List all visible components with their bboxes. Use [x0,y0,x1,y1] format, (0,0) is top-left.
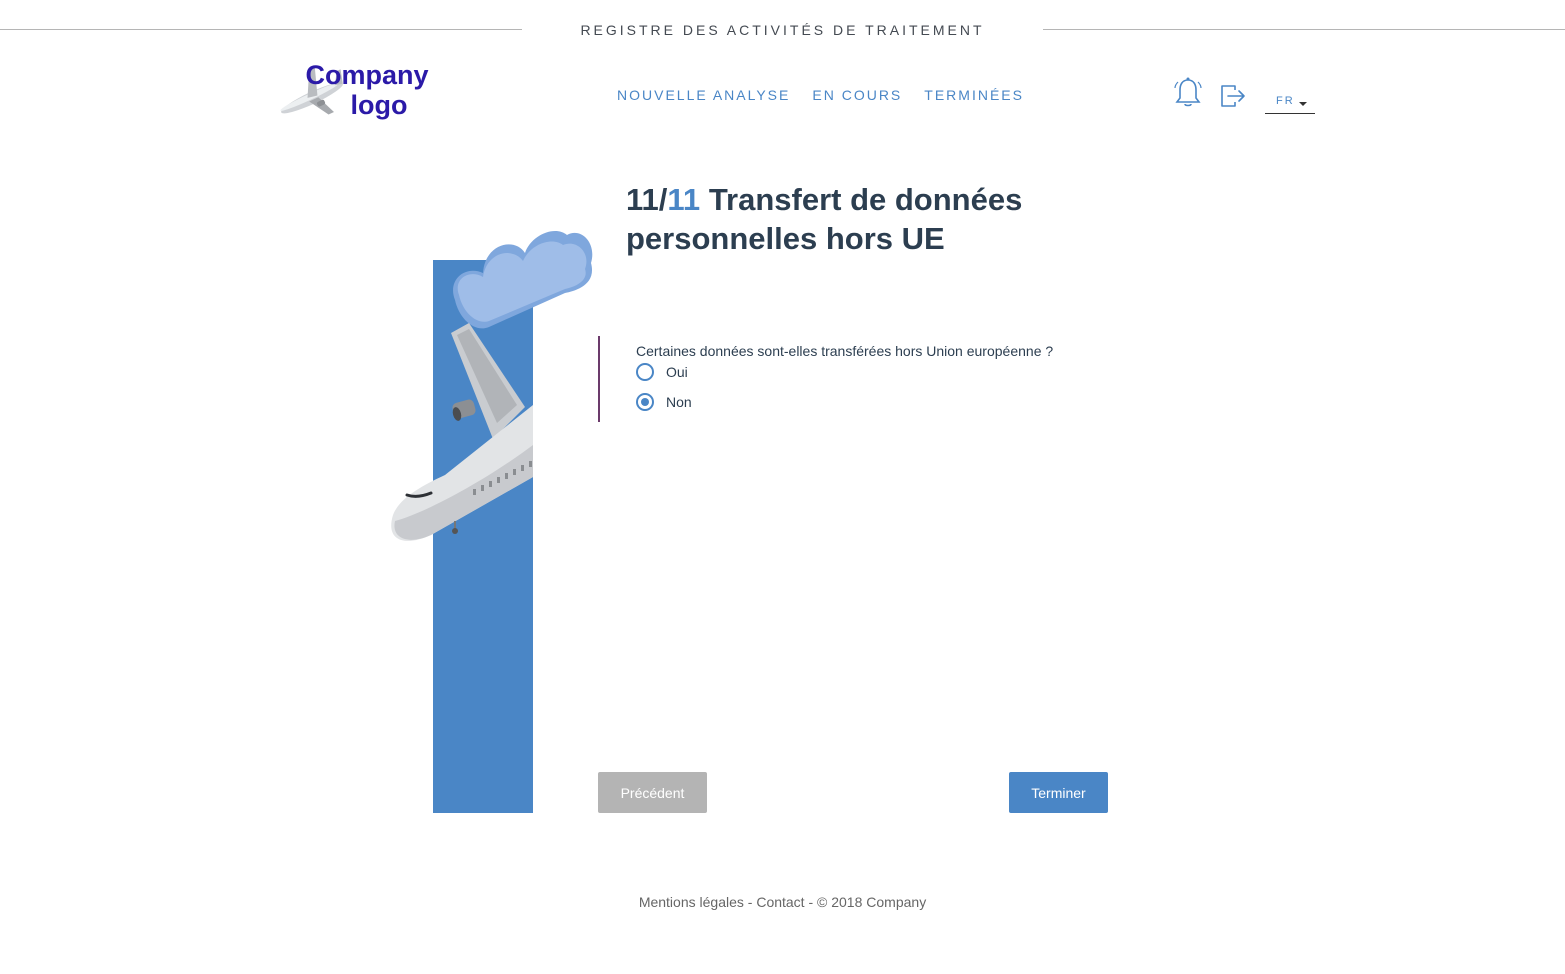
main-nav: NOUVELLE ANALYSE EN COURS TERMINÉES [617,87,1024,103]
header-rule-right [1043,29,1565,30]
chevron-down-icon [1299,102,1307,106]
page-title: 11/11 Transfert de données personnelles … [626,180,1146,258]
header-rule-left [0,29,522,30]
logo-text: Company logo [292,60,442,120]
radio-button-oui[interactable] [636,363,654,381]
radio-button-non[interactable] [636,393,654,411]
finish-button[interactable]: Terminer [1009,772,1108,813]
nav-in-progress[interactable]: EN COURS [812,87,902,103]
legal-notice-link[interactable]: Mentions légales [639,894,744,910]
language-select[interactable]: FR [1265,94,1315,114]
app-title: REGISTRE DES ACTIVITÉS DE TRAITEMENT [580,22,985,38]
company-logo[interactable]: Company logo [272,58,442,126]
nav-new-analysis[interactable]: NOUVELLE ANALYSE [617,87,790,103]
copyright: © 2018 Company [817,894,927,910]
footer-separator: - [804,894,818,910]
language-value: FR [1276,95,1295,107]
logo-line-2: logo [350,90,408,120]
airplane-cloud-illustration [385,195,600,815]
radio-option-non[interactable]: Non [636,393,692,411]
footer-separator: - [743,894,757,910]
radio-label-oui: Oui [666,364,688,380]
nav-completed[interactable]: TERMINÉES [924,87,1024,103]
question-text: Certaines données sont-elles transférées… [636,343,1054,359]
step-current: 11 [626,182,659,217]
radio-option-oui[interactable]: Oui [636,363,688,381]
question-block: Certaines données sont-elles transférées… [598,336,1120,422]
step-total: 11 [667,182,701,217]
contact-link[interactable]: Contact [756,894,804,910]
footer: Mentions légales - Contact - © 2018 Comp… [0,894,1565,910]
logo-line-1: Company [305,60,429,90]
bell-icon[interactable] [1174,76,1202,108]
radio-label-non: Non [666,394,692,410]
logout-icon[interactable] [1219,82,1247,110]
previous-button[interactable]: Précédent [598,772,707,813]
